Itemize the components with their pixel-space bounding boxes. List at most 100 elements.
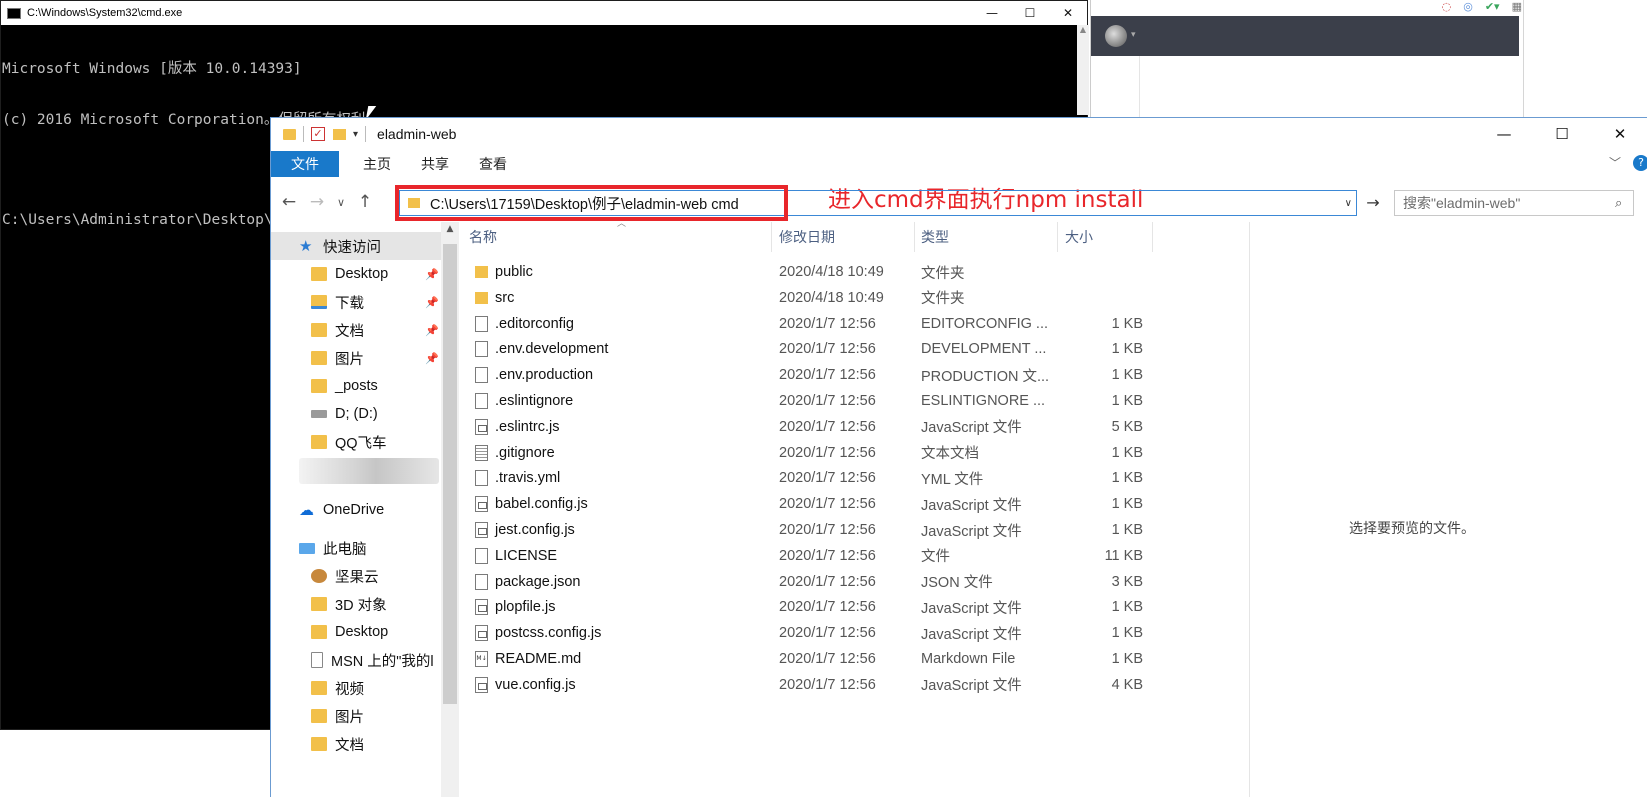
sidebar-item[interactable]: 文档 📌 bbox=[271, 316, 441, 344]
chat-icon[interactable]: ◎ bbox=[1463, 0, 1473, 13]
grid-icon[interactable]: ▦ bbox=[1512, 0, 1522, 13]
explorer-window[interactable]: ✓ ▾ eladmin-web — ☐ ✕ 文件 主页 共享 查看 ﹀ ? 进入… bbox=[270, 117, 1647, 797]
cmd-minimize-button[interactable]: — bbox=[973, 1, 1011, 25]
sidebar-item[interactable]: 3D 对象 bbox=[271, 590, 441, 618]
script-file-icon bbox=[475, 496, 488, 513]
table-row[interactable]: LICENSE 2020/1/7 12:56 文件 11 KB bbox=[471, 543, 1261, 569]
sidebar-item[interactable]: 文档 bbox=[271, 730, 441, 758]
forward-arrow-icon[interactable]: → bbox=[303, 192, 331, 212]
folder-icon bbox=[283, 128, 296, 140]
sidebar-item-label: 视频 bbox=[335, 681, 364, 698]
sidebar-item[interactable]: 视频 bbox=[271, 674, 441, 702]
table-row[interactable]: package.json 2020/1/7 12:56 JSON 文件 3 KB bbox=[471, 569, 1261, 595]
scroll-up-arrow-icon[interactable]: ▲ bbox=[441, 224, 459, 234]
search-input[interactable]: 搜索"eladmin-web" ⌕ bbox=[1394, 190, 1634, 216]
table-row[interactable]: public 2020/4/18 10:49 文件夹 bbox=[471, 259, 1261, 285]
check-dropdown-icon[interactable]: ✔▾ bbox=[1485, 0, 1500, 13]
search-icon[interactable]: ⌕ bbox=[1615, 196, 1633, 211]
cmd-maximize-button[interactable]: ☐ bbox=[1011, 1, 1049, 25]
navigation-pane-scrollbar[interactable]: ▲ bbox=[441, 222, 459, 797]
sidebar-item[interactable]: Desktop bbox=[271, 618, 441, 646]
chevron-down-icon[interactable]: ▾ bbox=[1131, 30, 1136, 40]
table-row[interactable]: .travis.yml 2020/1/7 12:56 YML 文件 1 KB bbox=[471, 465, 1261, 491]
sidebar-item[interactable]: 坚果云 bbox=[271, 562, 441, 590]
table-row[interactable]: .env.development 2020/1/7 12:56 DEVELOPMEN… bbox=[471, 336, 1261, 362]
cmd-titlebar[interactable]: C:\Windows\System32\cmd.exe — ☐ ✕ bbox=[1, 1, 1087, 25]
go-arrow-icon[interactable]: → bbox=[1362, 190, 1384, 216]
preview-pane-divider[interactable] bbox=[1249, 222, 1250, 797]
sidebar-item[interactable]: _posts bbox=[271, 372, 441, 400]
sidebar-item[interactable]: 图片 bbox=[271, 702, 441, 730]
explorer-close-button[interactable]: ✕ bbox=[1591, 118, 1647, 150]
pin-icon[interactable]: 📌 bbox=[425, 296, 439, 309]
column-header-size[interactable]: 大小 bbox=[1065, 227, 1093, 247]
background-app-window[interactable]: ◌ ◎ ✔▾ ▦ ▾ bbox=[1090, 0, 1530, 120]
new-folder-icon[interactable] bbox=[333, 128, 346, 140]
quick-access-toolbar-dropdown-icon[interactable]: ▾ bbox=[353, 129, 358, 140]
table-row[interactable]: jest.config.js 2020/1/7 12:56 JavaScript 文… bbox=[471, 517, 1261, 543]
tab-file[interactable]: 文件 bbox=[271, 151, 339, 177]
properties-check-icon[interactable]: ✓ bbox=[311, 127, 325, 141]
back-arrow-icon[interactable]: ← bbox=[275, 192, 303, 212]
sidebar-item[interactable]: Desktop 📌 bbox=[271, 260, 441, 288]
cmd-close-button[interactable]: ✕ bbox=[1049, 1, 1087, 25]
up-arrow-icon[interactable]: ↑ bbox=[351, 192, 379, 212]
table-row[interactable]: plopfile.js 2020/1/7 12:56 JavaScript 文件 1 … bbox=[471, 594, 1261, 620]
table-row[interactable]: .eslintrc.js 2020/1/7 12:56 JavaScript 文件 5… bbox=[471, 414, 1261, 440]
file-name: .env.development bbox=[495, 341, 609, 358]
sidebar-item-label: MSN 上的"我的l bbox=[331, 653, 434, 670]
file-size: 11 KB bbox=[1104, 547, 1143, 564]
table-row[interactable]: vue.config.js 2020/1/7 12:56 JavaScript 文件… bbox=[471, 672, 1261, 698]
recent-locations-chevron-icon[interactable]: ∨ bbox=[331, 196, 351, 209]
explorer-titlebar[interactable]: ✓ ▾ eladmin-web — ☐ ✕ bbox=[271, 118, 1647, 150]
avatar[interactable] bbox=[1105, 25, 1127, 47]
tab-view[interactable]: 查看 bbox=[479, 154, 507, 174]
sidebar-item[interactable]: 下载 📌 bbox=[271, 288, 441, 316]
cmd-scrollbar[interactable]: ▲ bbox=[1077, 25, 1089, 115]
bag-icon[interactable]: ◌ bbox=[1442, 0, 1452, 13]
table-row[interactable]: postcss.config.js 2020/1/7 12:56 JavaScrip… bbox=[471, 620, 1261, 646]
sidebar-item[interactable]: 此电脑 bbox=[271, 534, 441, 562]
scroll-up-arrow-icon[interactable]: ▲ bbox=[1077, 25, 1089, 34]
table-row[interactable]: src 2020/4/18 10:49 文件夹 bbox=[471, 285, 1261, 311]
pin-icon[interactable]: 📌 bbox=[425, 268, 439, 281]
videos-folder-icon bbox=[311, 681, 327, 695]
table-row[interactable]: M↓ README.md 2020/1/7 12:56 Markdown File 1 … bbox=[471, 646, 1261, 672]
help-icon[interactable]: ? bbox=[1633, 154, 1647, 171]
search-placeholder[interactable]: 搜索"eladmin-web" bbox=[1403, 193, 1615, 213]
file-list[interactable]: ︿ 名称 修改日期 类型 大小 public 2020/4/18 10:49 文件夹… bbox=[469, 219, 1261, 694]
column-header-type[interactable]: 类型 bbox=[921, 227, 949, 247]
sidebar-item[interactable]: 图片 📌 bbox=[271, 344, 441, 372]
tab-share[interactable]: 共享 bbox=[421, 154, 449, 174]
sidebar-item[interactable]: ★ 快速访问 bbox=[271, 232, 441, 260]
explorer-maximize-button[interactable]: ☐ bbox=[1533, 118, 1591, 150]
scrollbar-thumb[interactable] bbox=[443, 244, 457, 704]
file-type: YML 文件 bbox=[921, 471, 984, 488]
explorer-minimize-button[interactable]: — bbox=[1475, 118, 1533, 150]
sidebar-item[interactable]: QQ飞车 bbox=[271, 428, 441, 456]
table-row[interactable]: .editorconfig 2020/1/7 12:56 EDITORCONFIG … bbox=[471, 311, 1261, 337]
file-type: PRODUCTION 文... bbox=[921, 368, 1050, 385]
expand-ribbon-chevron-icon[interactable]: ﹀ bbox=[1609, 154, 1621, 171]
sidebar-item-label: D; (D:) bbox=[335, 406, 378, 422]
table-row[interactable]: .gitignore 2020/1/7 12:56 文本文档 1 KB bbox=[471, 440, 1261, 466]
tab-home[interactable]: 主页 bbox=[363, 154, 391, 174]
sidebar-item[interactable]: D; (D:) bbox=[271, 400, 441, 428]
table-row[interactable]: .eslintignore 2020/1/7 12:56 ESLINTIGNORE … bbox=[471, 388, 1261, 414]
sidebar-item-label: 文档 bbox=[335, 737, 364, 754]
table-row[interactable]: babel.config.js 2020/1/7 12:56 JavaScript … bbox=[471, 491, 1261, 517]
navigation-pane[interactable]: ★ 快速访问 Desktop 📌 下载 📌 文档 📌 图片 📌 _posts D; (D:) QQ飞车 ☁… bbox=[271, 228, 459, 797]
column-header-date[interactable]: 修改日期 bbox=[779, 227, 835, 247]
sidebar-item[interactable]: MSN 上的"我的l bbox=[271, 646, 441, 674]
file-name: plopfile.js bbox=[495, 599, 556, 616]
file-size: 1 KB bbox=[1111, 444, 1143, 461]
sidebar-item[interactable]: ☁ OneDrive bbox=[271, 496, 441, 524]
preview-pane-message: 选择要预览的文件。 bbox=[1349, 520, 1475, 536]
pin-icon[interactable]: 📌 bbox=[425, 352, 439, 365]
column-header-name[interactable]: 名称 bbox=[469, 227, 497, 247]
file-date: 2020/1/7 12:56 bbox=[779, 470, 876, 487]
address-dropdown-chevron-icon[interactable]: ∨ bbox=[1345, 198, 1352, 209]
file-name: src bbox=[495, 289, 515, 306]
pin-icon[interactable]: 📌 bbox=[425, 324, 439, 337]
table-row[interactable]: .env.production 2020/1/7 12:56 PRODUCTION … bbox=[471, 362, 1261, 388]
